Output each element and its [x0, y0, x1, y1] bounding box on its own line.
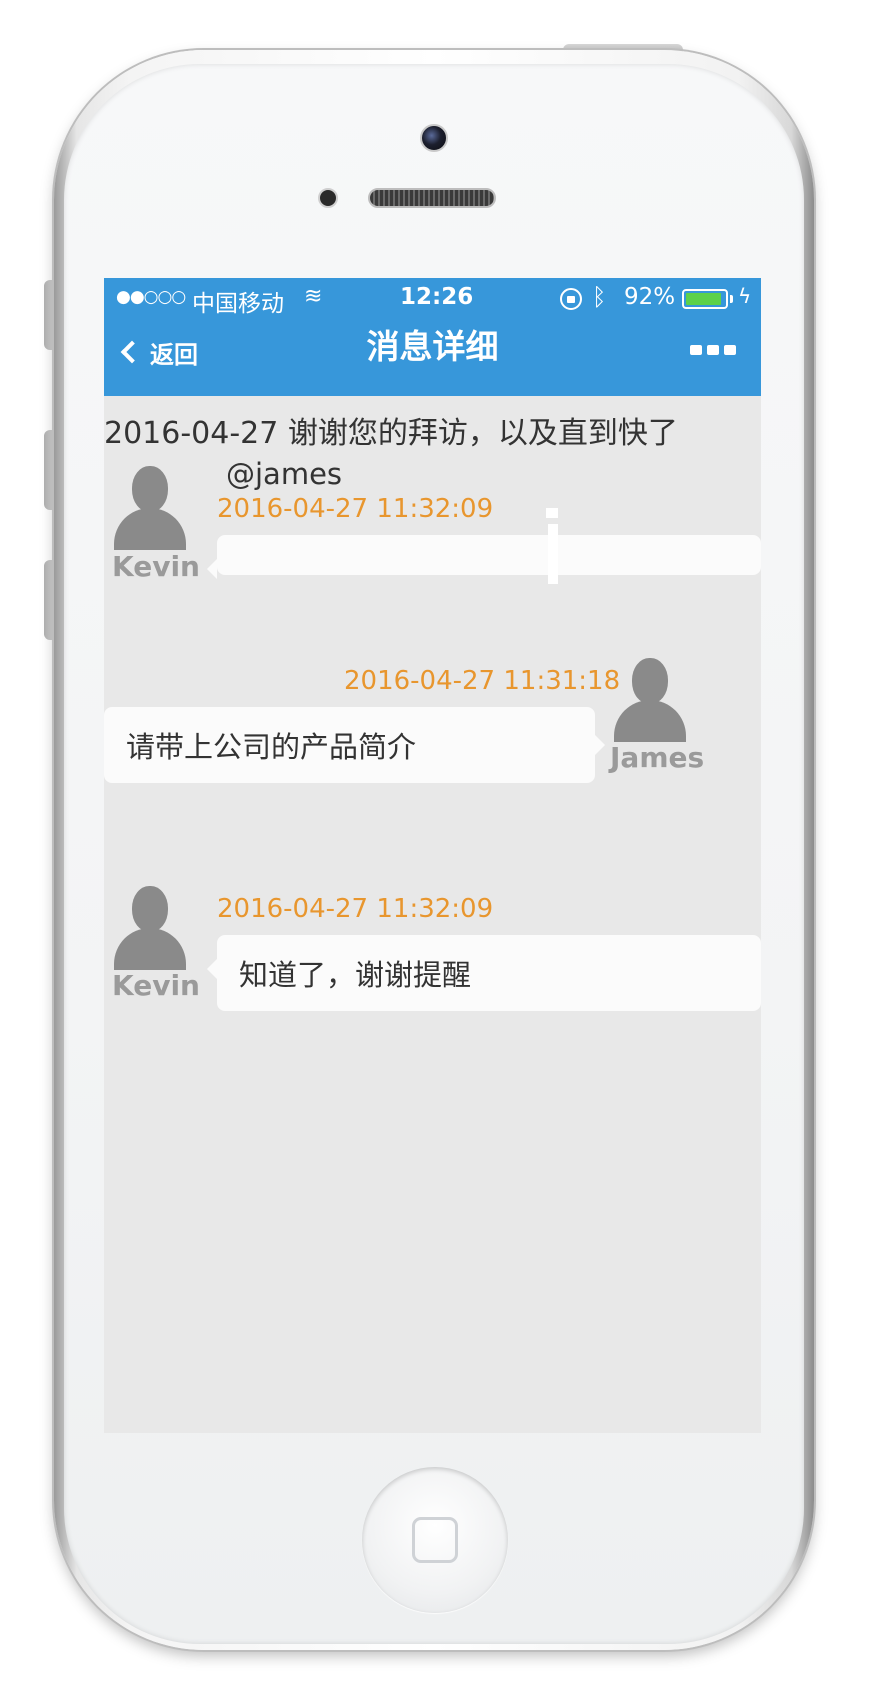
home-button[interactable] [362, 1467, 508, 1613]
earpiece-speaker [368, 188, 496, 208]
battery-level-fill [686, 293, 721, 305]
sender-name: James [610, 741, 705, 774]
navigation-bar: ●●○○○ 中国移动 ≋ 12:26 ᛒ 92% ϟ 返回 消息详细 [104, 278, 761, 396]
mention-text: @james [226, 457, 343, 491]
avatar-body [114, 928, 186, 970]
message-text: 请带上公司的产品简介 [126, 730, 417, 764]
message-bubble[interactable] [207, 535, 761, 579]
battery-tip [730, 295, 733, 303]
rotation-lock-icon [560, 288, 582, 310]
home-square-icon [412, 1517, 458, 1563]
charging-icon: ϟ [738, 284, 752, 308]
sender-name: Kevin [112, 550, 200, 583]
battery-percent: 92% [624, 284, 676, 310]
avatar-kevin[interactable] [114, 886, 186, 970]
avatar-body [114, 508, 186, 550]
status-time: 12:26 [400, 284, 474, 310]
status-bar: ●●○○○ 中国移动 ≋ 12:26 ᛒ 92% ϟ [104, 278, 761, 322]
avatar-james[interactable] [614, 658, 686, 742]
render-artifact [548, 524, 558, 584]
message-bubble[interactable]: 知道了，谢谢提醒 [207, 935, 761, 1011]
carrier-name: 中国移动 [192, 291, 284, 317]
avatar-kevin[interactable] [114, 466, 186, 550]
more-icon-dot [707, 345, 719, 355]
proximity-sensor [318, 188, 338, 208]
avatar-body [614, 700, 686, 742]
avatar-icon [132, 466, 168, 512]
more-icon-dot [690, 345, 702, 355]
avatar-icon [632, 658, 668, 704]
screen: ●●○○○ 中国移动 ≋ 12:26 ᛒ 92% ϟ 返回 消息详细 2016-… [104, 278, 761, 1433]
avatar-icon [132, 886, 168, 932]
battery-icon [682, 289, 728, 309]
wifi-icon: ≋ [304, 284, 323, 309]
message-bubble[interactable]: 请带上公司的产品简介 [104, 707, 605, 783]
message-timestamp: 2016-04-27 11:32:09 [217, 894, 494, 924]
message-thread: 2016-04-27 谢谢您的拜访，以及直到快了 @james Kevin 20… [104, 396, 761, 1433]
render-artifact [546, 508, 558, 518]
message-timestamp: 2016-04-27 11:32:09 [217, 494, 494, 524]
message-timestamp: 2016-04-27 11:31:18 [344, 666, 621, 696]
message-text: 知道了，谢谢提醒 [239, 958, 472, 992]
sender-name: Kevin [112, 969, 200, 1002]
message-summary: 2016-04-27 谢谢您的拜访，以及直到快了 [104, 416, 678, 451]
signal-strength-icon: ●●○○○ [116, 287, 186, 307]
more-icon-dot [724, 345, 736, 355]
front-camera [420, 124, 448, 152]
page-title: 消息详细 [366, 327, 499, 366]
more-button[interactable] [690, 338, 740, 362]
bluetooth-icon: ᛒ [592, 283, 607, 311]
